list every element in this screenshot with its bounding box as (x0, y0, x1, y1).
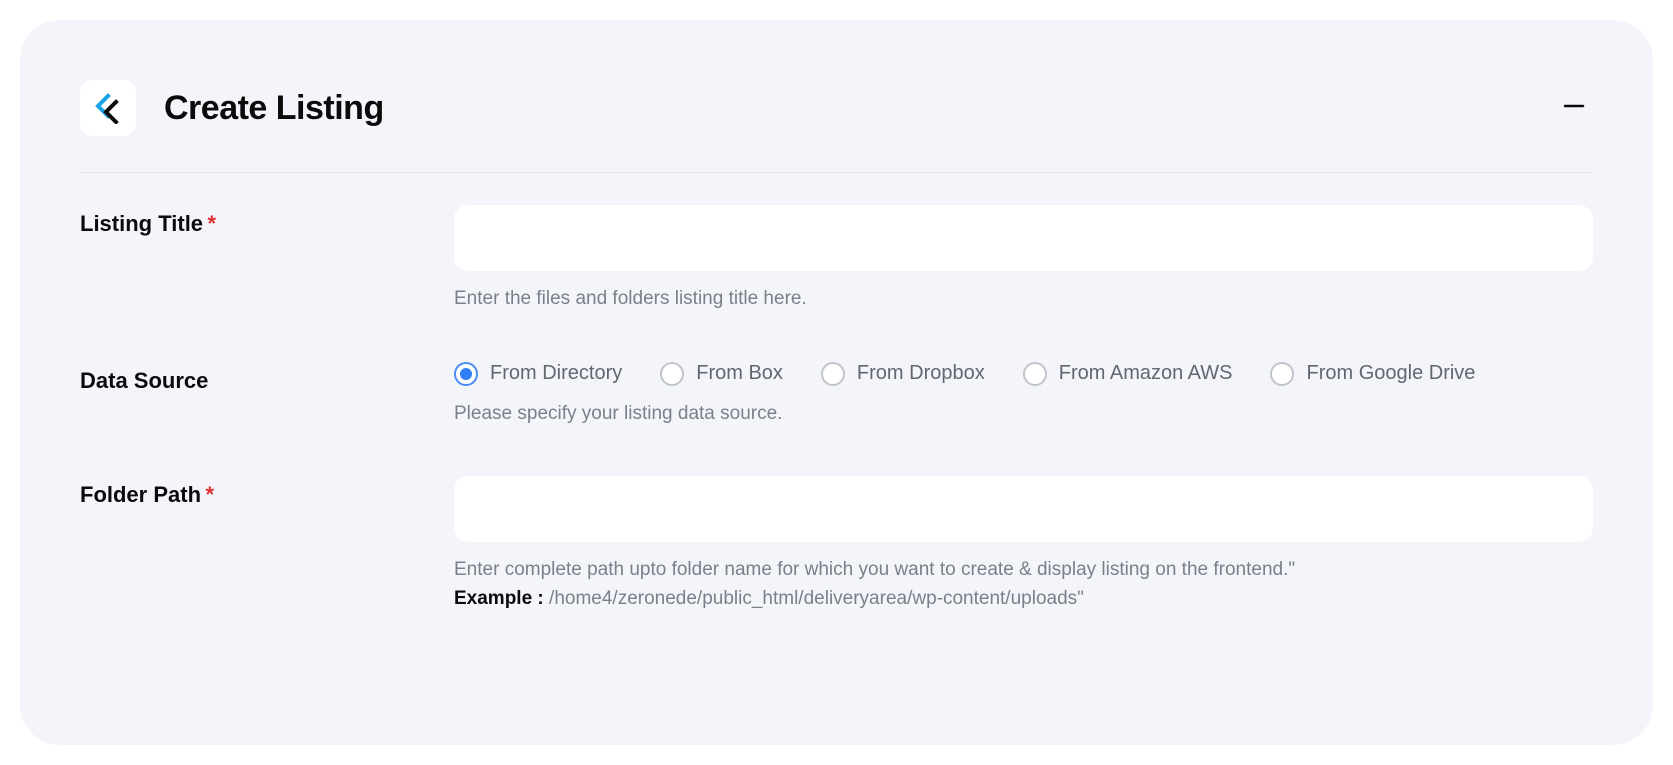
radio-circle-icon (454, 362, 478, 386)
folder-path-label: Folder Path (80, 482, 201, 507)
required-marker: * (208, 211, 217, 236)
radio-label: From Amazon AWS (1059, 362, 1233, 385)
listing-title-input[interactable] (454, 205, 1593, 271)
radio-label: From Directory (490, 362, 622, 385)
radio-dot-icon (460, 368, 472, 380)
radio-from-directory[interactable]: From Directory (454, 362, 622, 386)
radio-circle-icon (660, 362, 684, 386)
label-col: Listing Title * (80, 205, 454, 314)
radio-from-dropbox[interactable]: From Dropbox (821, 362, 985, 386)
data-source-help: Please specify your listing data source. (454, 400, 1593, 429)
panel-header: Create Listing (80, 80, 1593, 173)
radio-circle-icon (1270, 362, 1294, 386)
listing-title-label: Listing Title (80, 211, 203, 236)
radio-from-amazon-aws[interactable]: From Amazon AWS (1023, 362, 1233, 386)
data-source-row: Data Source From Directory From Box (80, 362, 1593, 429)
panel-icon-box (80, 80, 136, 136)
folder-path-input[interactable] (454, 476, 1593, 542)
data-source-radio-group: From Directory From Box From Dropbox Fro… (454, 362, 1593, 386)
folder-path-help: Enter complete path upto folder name for… (454, 556, 1593, 613)
panel-header-left: Create Listing (80, 80, 384, 136)
folder-path-row: Folder Path * Enter complete path upto f… (80, 476, 1593, 613)
radio-from-google-drive[interactable]: From Google Drive (1270, 362, 1475, 386)
form: Listing Title * Enter the files and fold… (80, 205, 1593, 613)
minus-icon (1563, 95, 1585, 117)
folder-path-example-label: Example : (454, 588, 544, 609)
radio-label: From Google Drive (1306, 362, 1475, 385)
radio-circle-icon (1023, 362, 1047, 386)
radio-circle-icon (821, 362, 845, 386)
folder-path-example-value: /home4/zeronede/public_html/deliveryarea… (544, 588, 1084, 609)
collapse-button[interactable] (1555, 90, 1593, 126)
create-listing-panel: Create Listing Listing Title * Enter the… (20, 20, 1653, 745)
field-col: Enter complete path upto folder name for… (454, 476, 1593, 613)
panel-title: Create Listing (164, 89, 384, 128)
folder-path-help-line1: Enter complete path upto folder name for… (454, 559, 1295, 580)
field-col: Enter the files and folders listing titl… (454, 205, 1593, 314)
listing-title-row: Listing Title * Enter the files and fold… (80, 205, 1593, 314)
radio-label: From Dropbox (857, 362, 985, 385)
radio-label: From Box (696, 362, 783, 385)
field-col: From Directory From Box From Dropbox Fro… (454, 362, 1593, 429)
label-col: Folder Path * (80, 476, 454, 613)
data-source-label: Data Source (80, 368, 208, 393)
radio-from-box[interactable]: From Box (660, 362, 783, 386)
logo-icon (92, 92, 124, 124)
listing-title-help: Enter the files and folders listing titl… (454, 285, 1593, 314)
required-marker: * (205, 482, 214, 507)
label-col: Data Source (80, 362, 454, 429)
